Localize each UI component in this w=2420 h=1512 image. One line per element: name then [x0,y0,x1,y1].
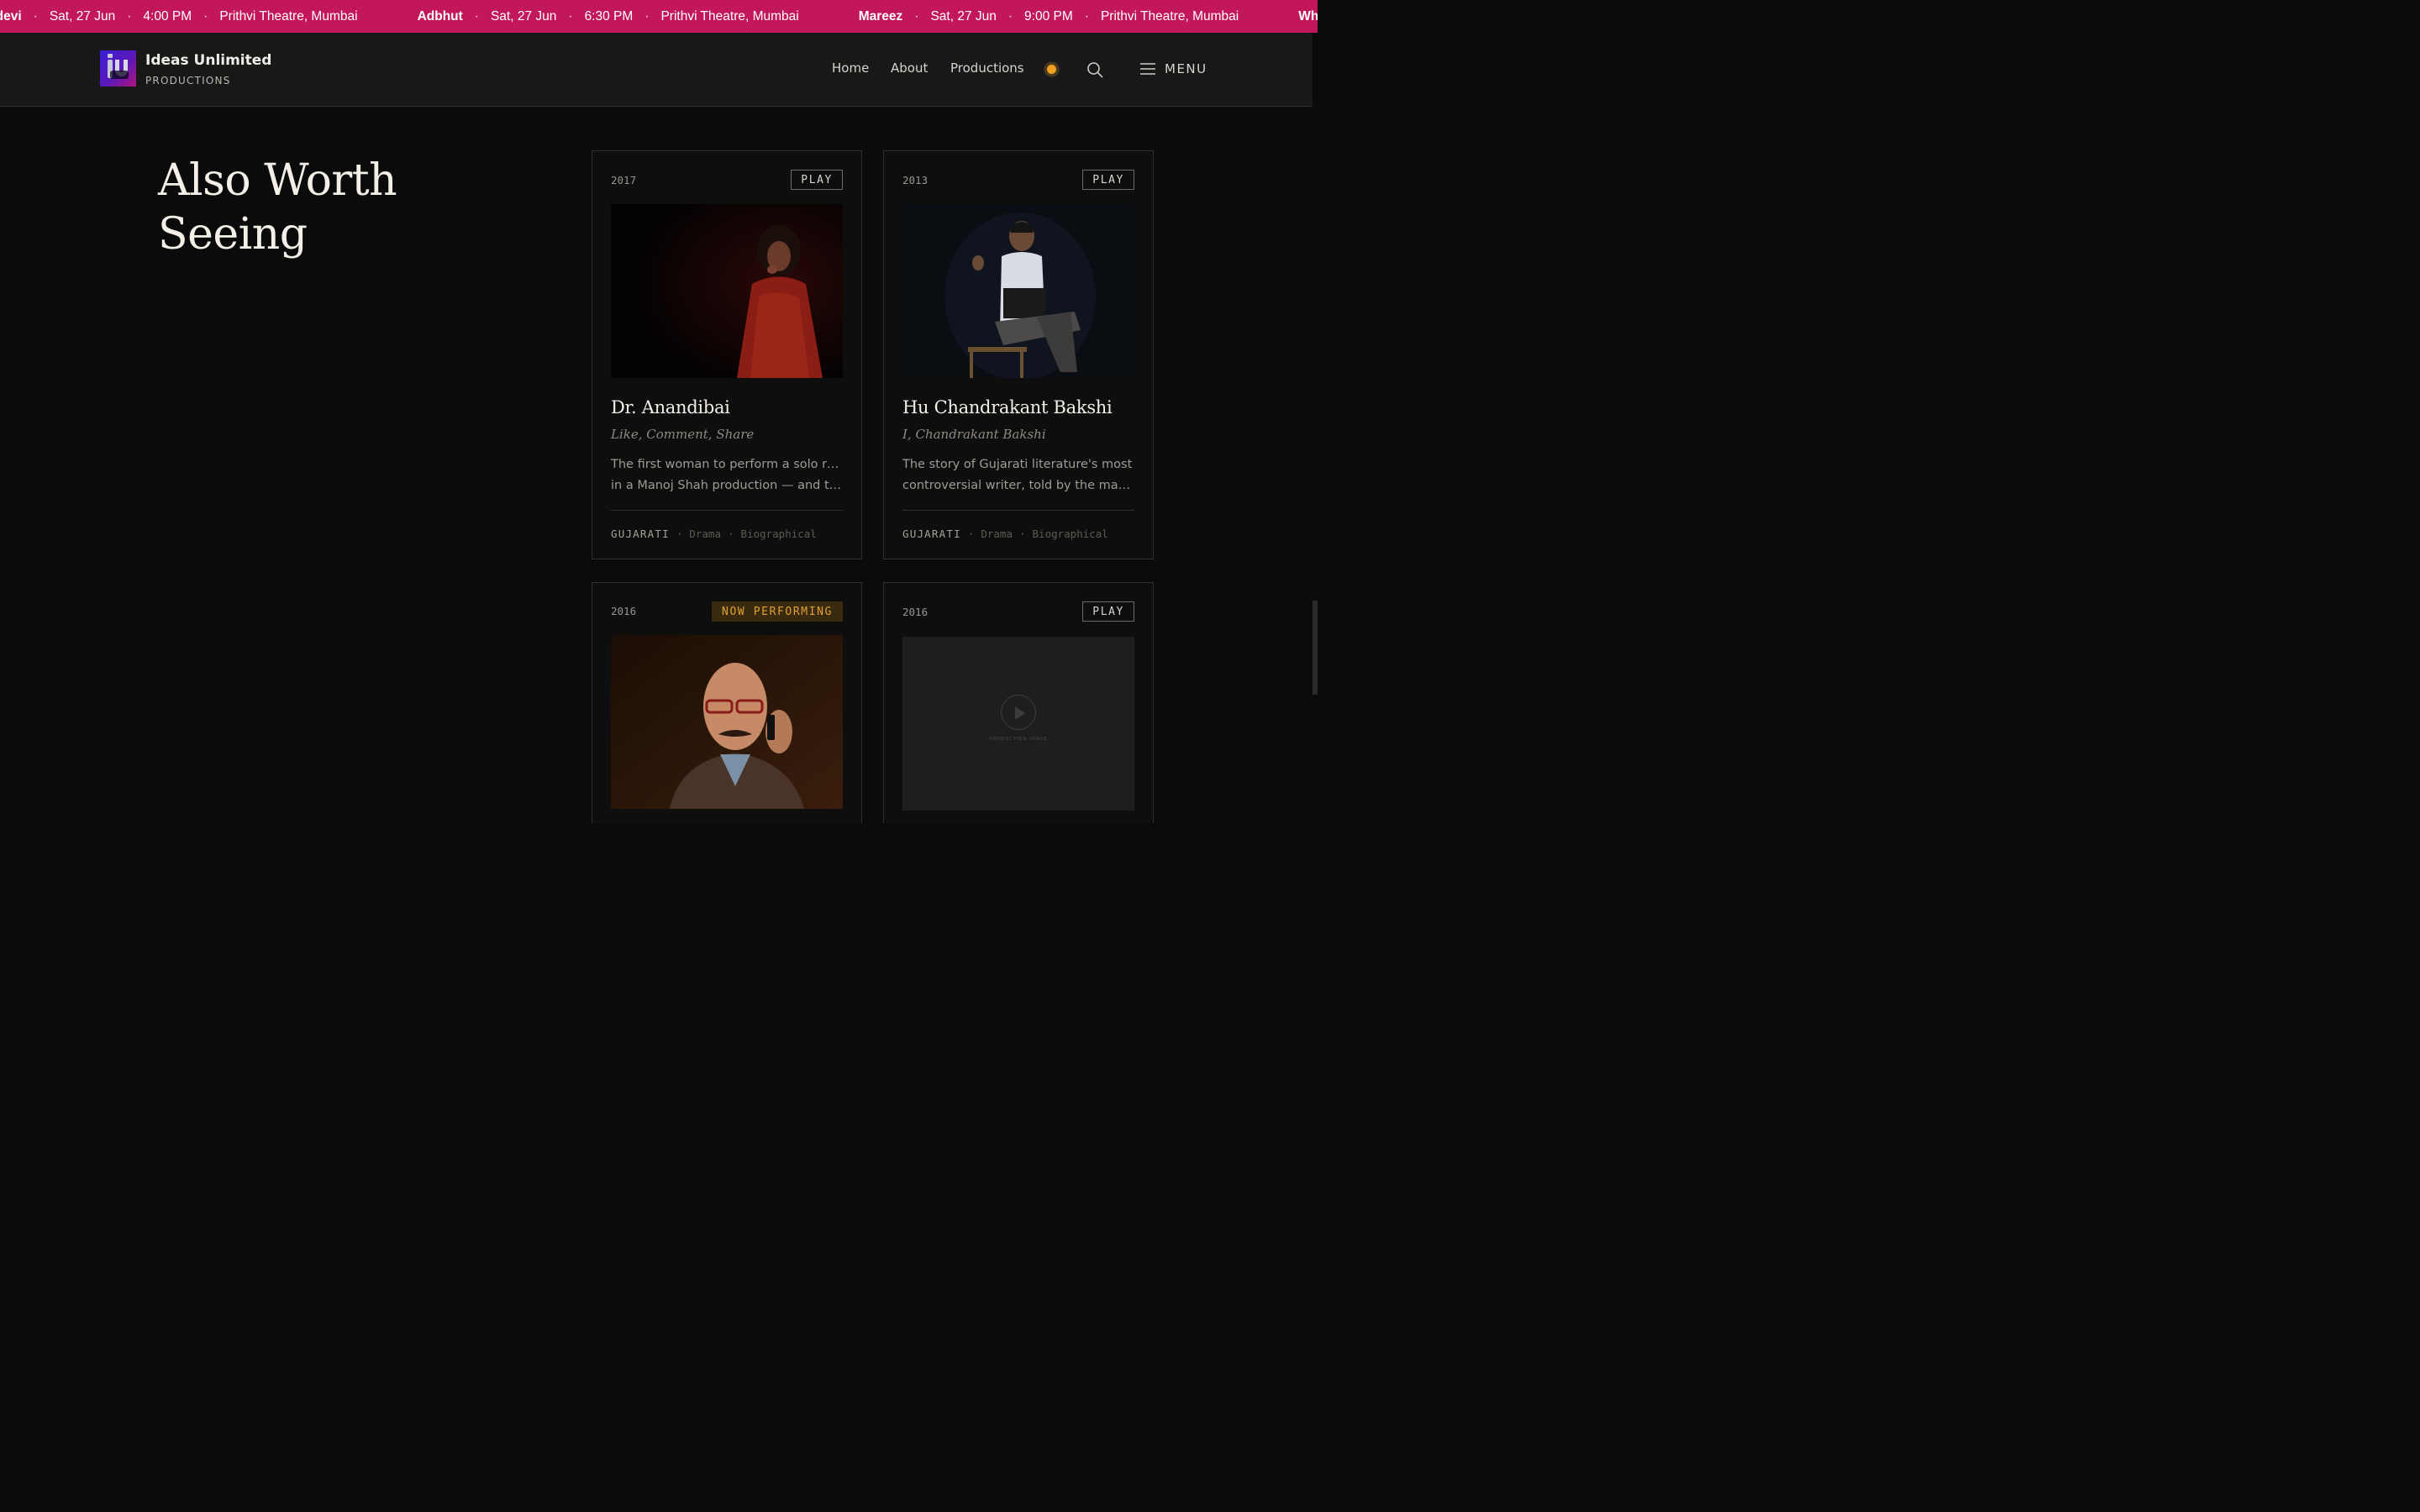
now-performing-badge: NOW PERFORMING [712,601,843,622]
card-meta: GUJARATI · Drama · Biographical [611,528,817,540]
section-title-line: Seeing [158,209,308,260]
ticker-date: Sat, 27 Jun [930,8,997,24]
section-title-line: Also Worth [158,155,397,206]
card-language: GUJARATI [611,528,670,540]
ticker-title: Mareez [858,8,903,24]
search-icon[interactable] [1086,61,1103,78]
card-year: 2017 [611,174,637,186]
card-photo[interactable] [611,635,843,809]
card-badge: PLAY [1082,601,1134,622]
card-title[interactable]: Dr. Anandibai [611,397,730,417]
card-photo[interactable]: PRODUCTION IMAGE [902,637,1134,811]
card-title[interactable]: Hu Chandrakant Bakshi [902,397,1113,417]
ticker-separator: · [203,8,208,24]
ticker-time: 9:00 PM [1024,8,1073,24]
card-divider [902,510,1134,511]
theme-toggle-icon[interactable] [1044,62,1059,76]
desc-line: The first woman to perform a solo role [611,458,843,471]
meta-separator: · [967,528,975,540]
card-subtitle: Like, Comment, Share [611,427,755,442]
nav-productions[interactable]: Productions [950,60,1024,76]
card-year: 2016 [611,605,637,617]
card-language: GUJARATI [902,528,961,540]
ticker-separator: · [33,8,38,24]
card-description: The story of Gujarati literature's most … [902,454,1134,496]
ticker-item[interactable]: Mareez · Sat, 27 Jun · 9:00 PM · Prithvi… [859,9,1239,24]
production-card[interactable]: 2013 PLAY Hu Chandrakant Bakshi I, Chand… [883,150,1154,559]
meta-separator: · [1018,528,1026,540]
ticker-separator: · [127,8,132,24]
logo-glyph [110,71,129,79]
ticker-title: Wha [1298,8,1318,24]
card-genre: Biographical [740,528,817,540]
card-badge: PLAY [791,170,843,190]
ticker-title: Adbhut [417,8,463,24]
ticker-time: 6:30 PM [584,8,634,24]
placeholder-label: PRODUCTION IMAGE [989,737,1048,742]
site-header: Ideas Unlimited PRODUCTIONS Home About P… [0,33,1313,107]
ticker-item[interactable]: adevi · Sat, 27 Jun · 4:00 PM · Prithvi … [0,9,358,24]
production-card[interactable]: 2016 PLAY PRODUCTION IMAGE [883,582,1154,823]
ticker-venue: Prithvi Theatre, Mumbai [660,8,799,24]
ticker-title: adevi [0,8,22,24]
logo-icon[interactable] [100,50,136,87]
hamburger-icon[interactable] [1140,62,1155,76]
ticker-separator: · [568,8,573,24]
card-subtitle: I, Chandrakant Bakshi [902,427,1046,442]
performer-photo-anandibai [611,204,843,378]
ticker-separator: · [1007,8,1013,24]
ticker-date: Sat, 27 Jun [49,8,116,24]
card-year: 2013 [902,174,929,186]
card-divider [611,510,843,511]
card-meta: GUJARATI · Drama · Biographical [902,528,1108,540]
ticker-venue: Prithvi Theatre, Mumbai [1100,8,1239,24]
desc-line: controversial writer, told by the man... [902,479,1134,492]
card-genre: Drama [981,528,1013,540]
ticker-venue: Prithvi Theatre, Mumbai [219,8,358,24]
desc-line: The story of Gujarati literature's most [902,458,1133,471]
card-photo[interactable] [902,204,1134,378]
play-icon [1015,706,1025,720]
event-ticker: adevi · Sat, 27 Jun · 4:00 PM · Prithvi … [0,0,1318,33]
ticker-separator: · [644,8,650,24]
desc-line: in a Manoj Shah production — and th... [611,479,843,492]
performer-photo-bakshi [902,204,1134,378]
card-photo[interactable] [611,204,843,378]
ticker-track: adevi · Sat, 27 Jun · 4:00 PM · Prithvi … [0,0,1318,33]
brand-subtitle: PRODUCTIONS [145,75,231,87]
ticker-time: 4:00 PM [143,8,192,24]
nav-about[interactable]: About [891,60,928,76]
section-title: Also Worth Seeing [158,154,494,261]
image-placeholder: PRODUCTION IMAGE [902,637,1134,811]
ticker-separator: · [474,8,479,24]
menu-button[interactable]: MENU [1165,61,1207,76]
ticker-separator: · [914,8,919,24]
ticker-separator: · [1084,8,1089,24]
ticker-date: Sat, 27 Jun [490,8,557,24]
ticker-item[interactable]: Wha [1298,9,1318,24]
nav-home[interactable]: Home [832,60,869,76]
production-card[interactable]: 2016 NOW PERFORMING [592,582,862,823]
meta-separator: · [676,528,683,540]
brand-name[interactable]: Ideas Unlimited [145,52,271,69]
card-year: 2016 [902,606,929,618]
performer-photo-telephone [611,635,843,809]
ticker-item[interactable]: Adbhut · Sat, 27 Jun · 6:30 PM · Prithvi… [418,9,799,24]
production-card[interactable]: 2017 PLAY Dr. Anandibai Like, Comment, S… [592,150,862,559]
meta-separator: · [727,528,734,540]
card-description: The first woman to perform a solo role i… [611,454,843,496]
logo-glyph [108,54,113,58]
card-badge: PLAY [1082,170,1134,190]
card-genre: Biographical [1032,528,1108,540]
card-genre: Drama [689,528,721,540]
scrollbar-thumb[interactable] [1313,601,1318,695]
